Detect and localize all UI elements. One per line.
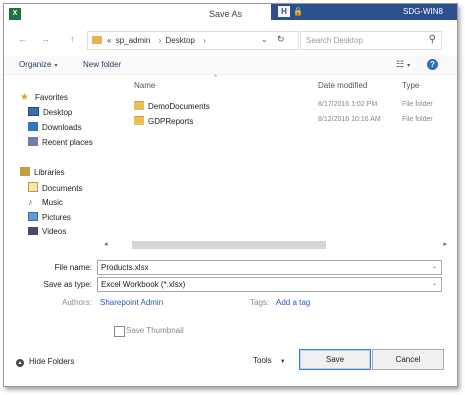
title-bar: X Save As H 🔒 SDG-WIN8 <box>4 4 457 25</box>
chevron-down-icon[interactable]: ⌄ <box>261 35 268 44</box>
breadcrumb-item-sp-admin[interactable]: sp_admin <box>116 36 151 45</box>
sidebar-item-recent-places[interactable]: Recent places <box>28 137 93 147</box>
save-as-type-select[interactable]: Excel Workbook (*.xlsx) ⌄ <box>97 277 442 292</box>
sidebar-item-documents[interactable]: Documents <box>28 182 82 193</box>
nav-group-libraries[interactable]: Libraries <box>20 167 65 177</box>
search-input[interactable]: Search Desktop ⚲ <box>300 31 442 50</box>
remote-host-name: SDG-WIN8 <box>403 7 443 16</box>
downloads-icon <box>28 122 38 131</box>
folder-icon <box>92 36 102 44</box>
save-thumbnail-label[interactable]: Save Thumbnail <box>126 326 184 335</box>
column-header-name[interactable]: Name <box>134 81 155 90</box>
file-name: DemoDocuments <box>134 101 210 111</box>
dialog-title: Save As <box>209 9 243 19</box>
remote-session-bar: H 🔒 SDG-WIN8 <box>271 4 457 20</box>
search-placeholder: Search Desktop <box>306 36 363 45</box>
file-name: GDPReports <box>134 116 193 126</box>
column-header-date-modified[interactable]: Date modified <box>318 81 367 90</box>
folder-icon <box>134 101 144 110</box>
file-type: File folder <box>402 101 433 108</box>
chevron-down-icon[interactable]: ⌄ <box>432 263 437 270</box>
save-button[interactable]: Save <box>299 349 371 370</box>
tags-label: Tags: <box>250 298 270 307</box>
videos-icon <box>28 227 38 235</box>
chevron-up-icon: ▲ <box>16 359 24 367</box>
chevron-down-icon: ▼ <box>279 359 286 365</box>
cancel-button[interactable]: Cancel <box>372 349 444 370</box>
music-icon: ♪ <box>28 197 33 207</box>
add-tag-link[interactable]: Add a tag <box>276 298 310 307</box>
file-name-label: File name: <box>54 263 92 272</box>
scroll-right-icon[interactable]: ▸ <box>443 240 447 248</box>
command-toolbar: Organize ▾ New folder ☷ ▾ ? <box>4 56 457 75</box>
organize-label: Organize <box>19 60 52 69</box>
chevron-right-icon[interactable]: › <box>203 36 206 45</box>
authors-value[interactable]: Sharepoint Admin <box>100 298 163 307</box>
sidebar-item-downloads[interactable]: Downloads <box>28 122 82 132</box>
pictures-icon <box>28 212 38 221</box>
list-item[interactable]: GDPReports 8/12/2016 10:16 AM File folde… <box>134 114 454 128</box>
breadcrumb: « sp_admin › Desktop › <box>107 36 208 45</box>
authors-label: Authors: <box>62 298 92 307</box>
save-as-type-label: Save as type: <box>43 280 92 289</box>
forward-arrow-icon[interactable]: → <box>41 34 50 44</box>
file-date: 8/12/2016 10:16 AM <box>318 116 381 123</box>
file-name-value: Products.xlsx <box>101 263 149 272</box>
up-arrow-icon[interactable]: ↑ <box>70 34 75 44</box>
chevron-down-icon: ▾ <box>407 63 411 69</box>
list-item[interactable]: DemoDocuments 8/17/2016 1:02 PM File fol… <box>134 99 454 113</box>
lock-icon: 🔒 <box>293 7 303 16</box>
save-thumbnail-checkbox[interactable] <box>114 326 125 337</box>
breadcrumb-overflow[interactable]: « <box>107 36 111 45</box>
navigation-pane: ★ Favorites Desktop Downloads Recent plac… <box>4 84 104 254</box>
folder-icon <box>134 116 144 125</box>
view-icon: ☷ <box>396 59 405 69</box>
help-icon[interactable]: ? <box>427 59 438 70</box>
nav-group-favorites[interactable]: ★ Favorites <box>20 92 68 103</box>
horizontal-scrollbar[interactable]: ◂ ▸ <box>104 240 449 250</box>
tools-button[interactable]: Tools ▼ <box>253 356 286 365</box>
breadcrumb-item-desktop[interactable]: Desktop <box>166 36 195 45</box>
scroll-left-icon[interactable]: ◂ <box>104 240 108 248</box>
excel-app-icon: X <box>9 8 21 20</box>
recent-places-icon <box>28 137 38 146</box>
chevron-down-icon: ▾ <box>54 63 58 69</box>
search-icon[interactable]: ⚲ <box>429 34 436 45</box>
view-options-button[interactable]: ☷ ▾ <box>396 59 410 70</box>
organize-button[interactable]: Organize ▾ <box>19 60 57 69</box>
documents-icon <box>28 182 38 192</box>
sort-arrow-icon: ^ <box>214 75 217 81</box>
remote-tab-icon[interactable]: H <box>278 6 290 17</box>
save-as-dialog: X Save As H 🔒 SDG-WIN8 ← → ↑ « sp_admin … <box>3 3 458 387</box>
back-arrow-icon[interactable]: ← <box>18 34 27 44</box>
sidebar-item-music[interactable]: ♪ Music <box>28 197 63 207</box>
desktop-icon <box>28 107 39 116</box>
sidebar-item-desktop[interactable]: Desktop <box>28 107 72 117</box>
star-icon: ★ <box>20 92 29 103</box>
libraries-icon <box>20 167 30 176</box>
file-name-field[interactable]: Products.xlsx ⌄ <box>97 260 442 275</box>
chevron-right-icon[interactable]: › <box>159 36 162 45</box>
address-bar[interactable]: « sp_admin › Desktop › ⌄ ↻ <box>87 31 299 50</box>
chevron-down-icon[interactable]: ⌄ <box>432 280 437 287</box>
sidebar-item-pictures[interactable]: Pictures <box>28 212 71 222</box>
hide-folders-button[interactable]: ▲ Hide Folders <box>16 357 74 367</box>
save-as-type-value: Excel Workbook (*.xlsx) <box>101 280 186 289</box>
scrollbar-thumb[interactable] <box>132 241 326 249</box>
file-date: 8/17/2016 1:02 PM <box>318 101 378 108</box>
new-folder-button[interactable]: New folder <box>83 60 121 69</box>
sidebar-item-videos[interactable]: Videos <box>28 227 66 236</box>
file-type: File folder <box>402 116 433 123</box>
file-list: ^ Name Date modified Type DemoDocuments … <box>114 74 449 254</box>
column-header-type[interactable]: Type <box>402 81 419 90</box>
refresh-icon[interactable]: ↻ <box>277 34 285 45</box>
